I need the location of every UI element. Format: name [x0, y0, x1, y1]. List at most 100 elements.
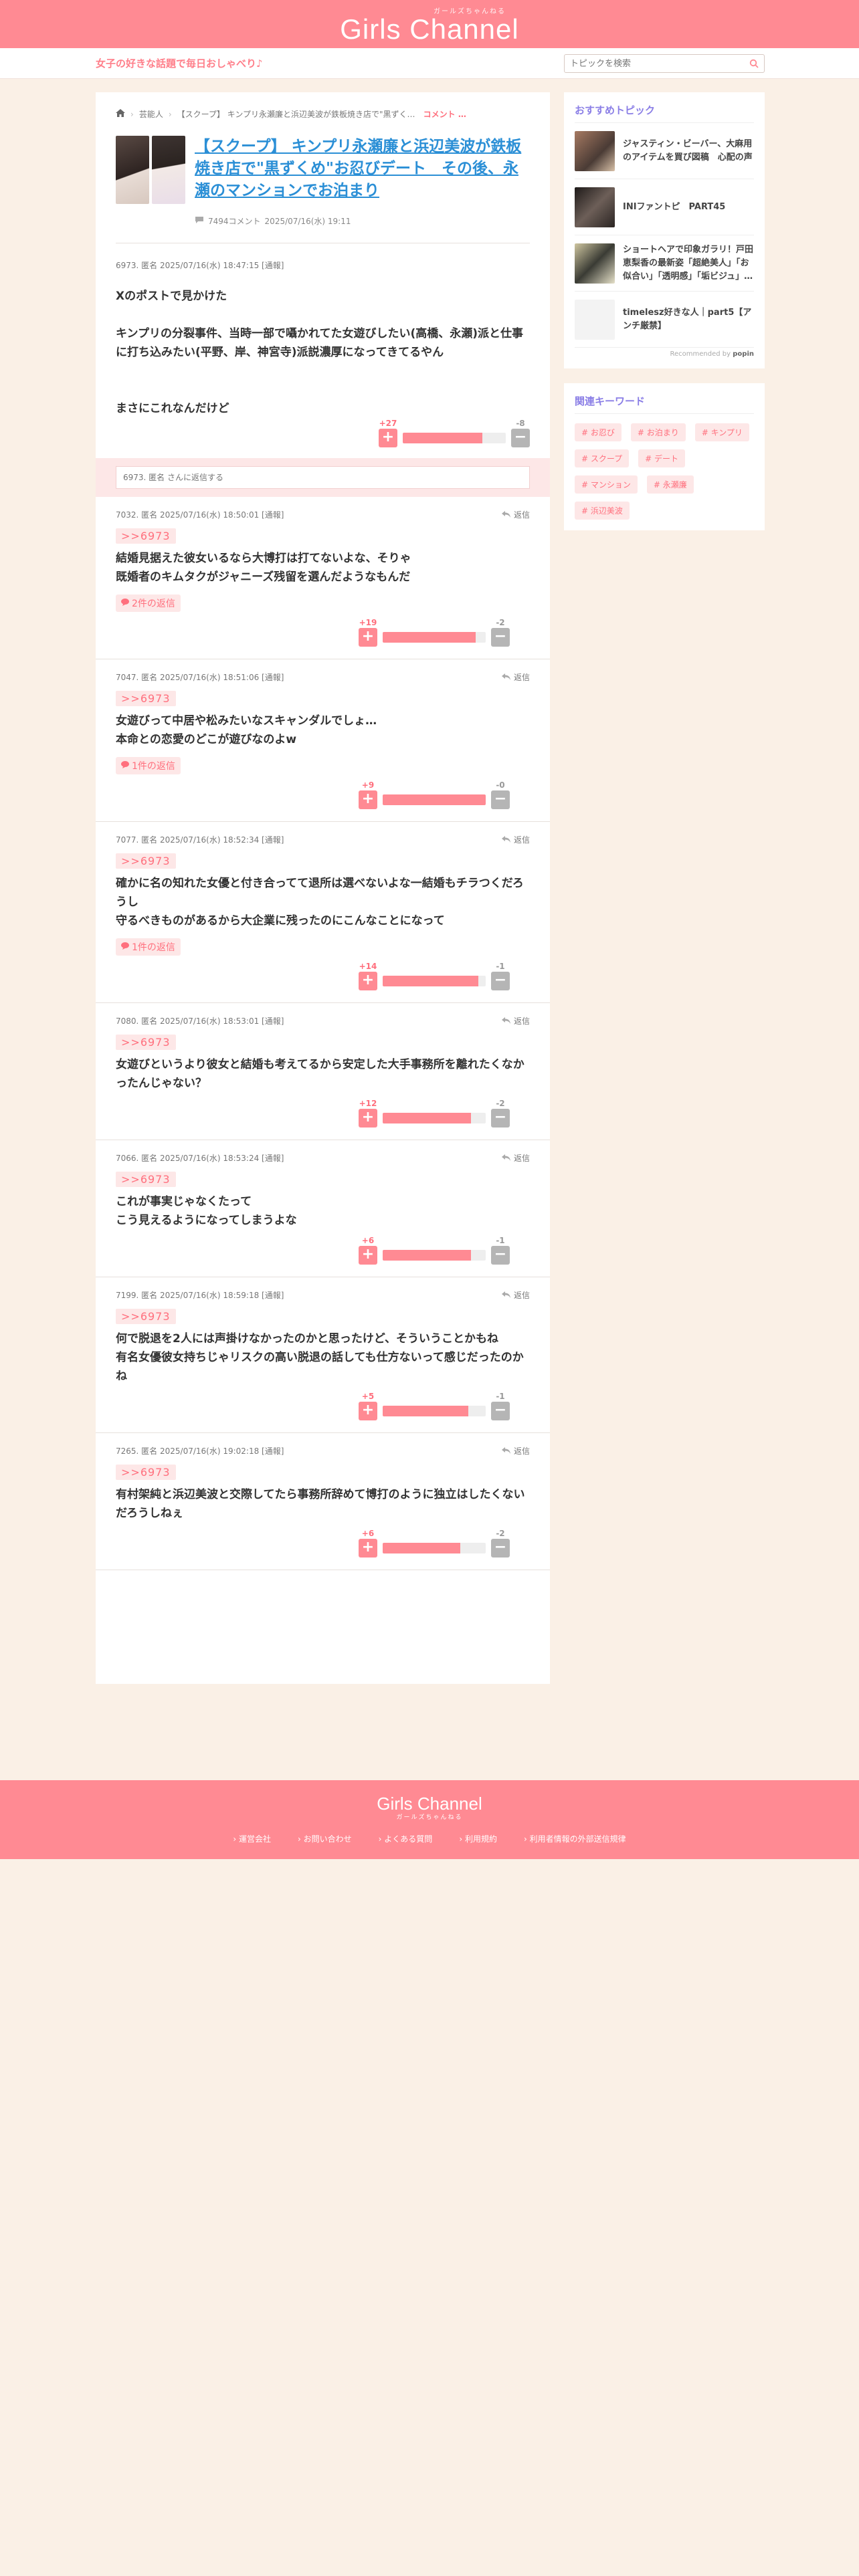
footer-link[interactable]: よくある質問	[379, 1833, 432, 1844]
recommended-item[interactable]: timelesz好きな人｜part5【アンチ厳禁】	[575, 292, 754, 348]
reply-count-button[interactable]: 1件の返信	[116, 757, 181, 774]
anchor-link[interactable]: >>6973	[116, 1035, 176, 1050]
minus-count: -0	[496, 780, 505, 790]
plus-button[interactable]: +	[359, 1109, 377, 1128]
recommended-thumbnail	[575, 130, 615, 171]
comment-line: これが事実じゃなくたって	[116, 1195, 252, 1208]
keyword-tag[interactable]: # デート	[638, 449, 686, 467]
comment-line: 守るべきものがあるから大企業に残ったのにこんなことになって	[116, 914, 445, 928]
breadcrumb-separator: ›	[130, 109, 134, 119]
breadcrumb: › 芸能人 › 【スクープ】 キンプリ永瀬廉と浜辺美波が鉄板焼き店で"黒ずくめ"…	[96, 92, 550, 120]
breadcrumb-current[interactable]: 【スクープ】 キンプリ永瀬廉と浜辺美波が鉄板焼き店で"黒ずくめ"お忍びデ…	[177, 108, 418, 120]
minus-button[interactable]: −	[491, 1109, 510, 1128]
comment-meta: 7265. 匿名 2025/07/16(水) 19:02:18 [通報]	[116, 1446, 284, 1456]
minus-button[interactable]: −	[491, 1402, 510, 1420]
anchor-link[interactable]: >>6973	[116, 853, 176, 869]
reply-count-button[interactable]: 1件の返信	[116, 938, 181, 956]
plus-button[interactable]: +	[379, 429, 397, 447]
site-footer: Girls Channel ガールズちゃんねる 運営会社 お問い合わせ よくある…	[0, 1780, 859, 1859]
vote-ratio-fill	[383, 976, 479, 986]
breadcrumb-comment[interactable]: コメント …	[423, 108, 466, 120]
keyword-tag[interactable]: # スクープ	[575, 449, 630, 467]
keyword-tag[interactable]: # 浜辺美波	[575, 502, 630, 520]
recommended-topics: おすすめトピック ジャスティン・ビーバー、大麻用のアイテムを買び図稿 心配の声 …	[564, 92, 765, 368]
reply-button[interactable]: 返信	[501, 1445, 530, 1457]
topic-title[interactable]: 【スクープ】 キンプリ永瀬廉と浜辺美波が鉄板焼き店で"黒ずくめ"お忍びデート そ…	[195, 136, 530, 202]
recommended-credit[interactable]: Recommended by popin	[575, 350, 754, 358]
speech-bubble-icon	[121, 598, 129, 609]
plus-button[interactable]: +	[359, 1246, 377, 1265]
plus-button[interactable]: +	[359, 972, 377, 990]
topic-images[interactable]	[116, 136, 185, 227]
anchor-link[interactable]: >>6973	[116, 1172, 176, 1187]
site-logo[interactable]: ガールズちゃんねる Girls Channel	[340, 5, 518, 43]
anchor-link[interactable]: >>6973	[116, 528, 176, 544]
recommended-item[interactable]: INIファントピ PART45	[575, 179, 754, 235]
plus-button[interactable]: +	[359, 628, 377, 647]
keyword-tag[interactable]: # お泊まり	[630, 423, 686, 441]
keyword-tag[interactable]: # マンション	[575, 475, 638, 494]
comment-body: 何で脱退を2人には声掛けなかったのかと思ったけど、そういうことかもね 有名女優彼女…	[116, 1329, 530, 1386]
reply-button[interactable]: 返信	[501, 834, 530, 845]
reply-label: 返信	[513, 510, 530, 520]
plus-button[interactable]: +	[359, 790, 377, 809]
keyword-tag[interactable]: # 永瀬廉	[646, 475, 694, 494]
search-input[interactable]	[565, 55, 744, 72]
comment-count[interactable]: 7494コメント	[208, 215, 261, 227]
minus-button[interactable]: −	[511, 429, 530, 447]
keyword-tag[interactable]: # キンプリ	[694, 423, 749, 441]
comment-line	[116, 381, 530, 399]
keywords-title: 関連キーワード	[575, 394, 754, 414]
minus-button[interactable]: −	[491, 972, 510, 990]
recommended-thumbnail	[575, 187, 615, 227]
comment-body: 確かに名の知れた女優と付き合ってて退所は選べないよな一結婚もチラつくだろうし 守る…	[116, 874, 530, 930]
tagline[interactable]: 女子の好きな話題で毎日おしゃべり♪	[96, 56, 263, 70]
recommended-item[interactable]: ジャスティン・ビーバー、大麻用のアイテムを買び図稿 心配の声	[575, 123, 754, 179]
reply-button[interactable]: 返信	[501, 1015, 530, 1027]
recommended-item[interactable]: ショートヘアで印象ガラリ！戸田恵梨香の最新姿「超絶美人」「お似合い」「透明感」「…	[575, 235, 754, 292]
recommended-item-title: ジャスティン・ビーバー、大麻用のアイテムを買び図稿 心配の声	[623, 138, 753, 163]
home-icon[interactable]	[116, 109, 125, 119]
reply-input[interactable]	[116, 466, 530, 489]
reply-icon	[501, 1291, 511, 1300]
minus-count: -1	[496, 1236, 505, 1245]
search-icon[interactable]	[744, 55, 764, 72]
vote-ratio-bar	[383, 1543, 486, 1553]
reply-button[interactable]: 返信	[501, 509, 530, 520]
comment-meta: 7199. 匿名 2025/07/16(水) 18:59:18 [通報]	[116, 1291, 284, 1300]
comment-line: 有村架純と浜辺美波と交際してたら事務所辞めて博打のように独立はしたくないだろうし…	[116, 1488, 525, 1520]
footer-link[interactable]: 利用者情報の外部送信規律	[524, 1833, 626, 1844]
breadcrumb-separator: ›	[168, 109, 172, 119]
topic-image	[152, 136, 185, 204]
reply-button[interactable]: 返信	[501, 1289, 530, 1301]
footer-link[interactable]: お問い合わせ	[298, 1833, 352, 1844]
comment-body: 女遊びというより彼女と結婚も考えてるから安定した大手事務所を離れたくなかったんじ…	[116, 1055, 530, 1093]
reply-label: 返信	[513, 1446, 530, 1456]
minus-button[interactable]: −	[491, 1539, 510, 1558]
footer-link[interactable]: 利用規約	[459, 1833, 497, 1844]
topic-image	[116, 136, 149, 204]
reply-button[interactable]: 返信	[501, 671, 530, 683]
minus-count: -2	[496, 1529, 505, 1538]
minus-button[interactable]: −	[491, 1246, 510, 1265]
reply-form	[96, 458, 550, 497]
plus-button[interactable]: +	[359, 1402, 377, 1420]
anchor-link[interactable]: >>6973	[116, 691, 176, 706]
vote-ratio-fill	[383, 1543, 460, 1553]
anchor-link[interactable]: >>6973	[116, 1309, 176, 1324]
sub-header: 女子の好きな話題で毎日おしゃべり♪	[0, 48, 859, 79]
minus-button[interactable]: −	[491, 628, 510, 647]
comment-line: 結婚見据えた彼女いるなら大博打は打てないよな、そりゃ	[116, 552, 411, 565]
keyword-tag[interactable]: # お忍び	[575, 423, 622, 441]
breadcrumb-category[interactable]: 芸能人	[139, 108, 163, 120]
anchor-link[interactable]: >>6973	[116, 1465, 176, 1480]
recommended-item-title: timelesz好きな人｜part5【アンチ厳禁】	[623, 307, 752, 331]
plus-button[interactable]: +	[359, 1539, 377, 1558]
minus-button[interactable]: −	[491, 790, 510, 809]
footer-logo[interactable]: Girls Channel	[0, 1795, 859, 1812]
vote-ratio-bar	[383, 1113, 486, 1123]
reply-button[interactable]: 返信	[501, 1152, 530, 1164]
main-comment: 6973. 匿名 2025/07/16(水) 18:47:15 [通報] Xのポ…	[96, 243, 550, 447]
reply-count-button[interactable]: 2件の返信	[116, 595, 181, 612]
footer-link[interactable]: 運営会社	[233, 1833, 271, 1844]
